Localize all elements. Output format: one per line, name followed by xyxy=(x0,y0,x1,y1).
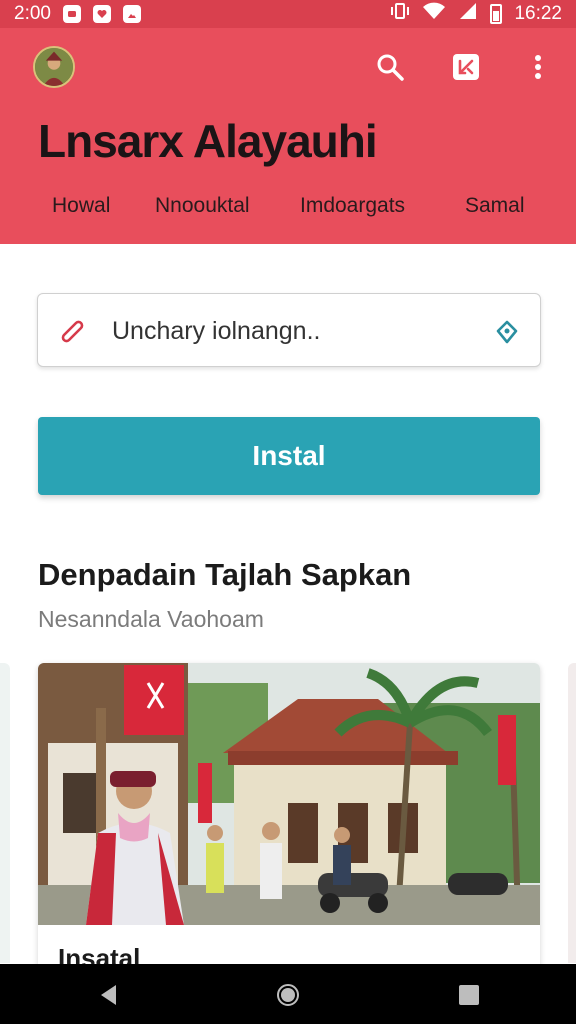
avatar[interactable] xyxy=(33,46,75,88)
featured-card[interactable]: Insatal xyxy=(38,663,540,983)
tab-howal[interactable]: Howal xyxy=(52,194,110,218)
recents-icon[interactable] xyxy=(456,982,482,1008)
carousel-next-card[interactable] xyxy=(568,663,576,963)
install-button[interactable]: Instal xyxy=(38,417,540,495)
app-header: Lnsarx Alayauhi Howal Nnoouktal Imdoarga… xyxy=(0,28,576,244)
status-right: 16:22 xyxy=(390,2,562,26)
battery-icon xyxy=(490,4,503,24)
vibrate-icon xyxy=(390,2,410,26)
status-left: 2:00 xyxy=(14,3,141,25)
back-icon[interactable] xyxy=(96,982,122,1008)
search-button[interactable] xyxy=(373,50,407,84)
more-vert-icon xyxy=(535,55,541,79)
notification-icon xyxy=(62,5,81,23)
shortcut-icon xyxy=(453,54,479,80)
status-right-time: 16:22 xyxy=(514,3,562,24)
system-nav-bar xyxy=(0,964,576,1024)
location-icon[interactable] xyxy=(494,319,520,345)
wifi-icon xyxy=(422,2,446,26)
image-icon xyxy=(122,5,141,23)
search-icon xyxy=(377,54,404,81)
section-subtitle: Nesanndala Vaohoam xyxy=(38,606,264,632)
tab-bar: Howal Nnoouktal Imdoargats Samal xyxy=(0,194,576,230)
tab-samal[interactable]: Samal xyxy=(465,194,525,218)
tab-imdoargats[interactable]: Imdoargats xyxy=(300,194,405,218)
card-photo xyxy=(38,663,540,925)
home-icon[interactable] xyxy=(275,982,301,1008)
search-input[interactable] xyxy=(112,314,492,348)
search-bar[interactable] xyxy=(37,293,541,367)
cell-signal-icon xyxy=(458,2,478,26)
tab-nnoouktal[interactable]: Nnoouktal xyxy=(155,194,250,218)
more-options-button[interactable] xyxy=(521,50,555,84)
app-title: Lnsarx Alayauhi xyxy=(38,115,378,167)
section-title: Denpadain Tajlah Sapkan xyxy=(38,557,412,592)
shortcut-button[interactable] xyxy=(449,50,483,84)
heart-icon xyxy=(92,5,111,23)
status-bar: 2:00 16:22 xyxy=(0,0,576,28)
status-time: 2:00 xyxy=(14,3,51,24)
tag-icon xyxy=(61,320,84,343)
carousel-prev-card[interactable] xyxy=(0,663,10,963)
